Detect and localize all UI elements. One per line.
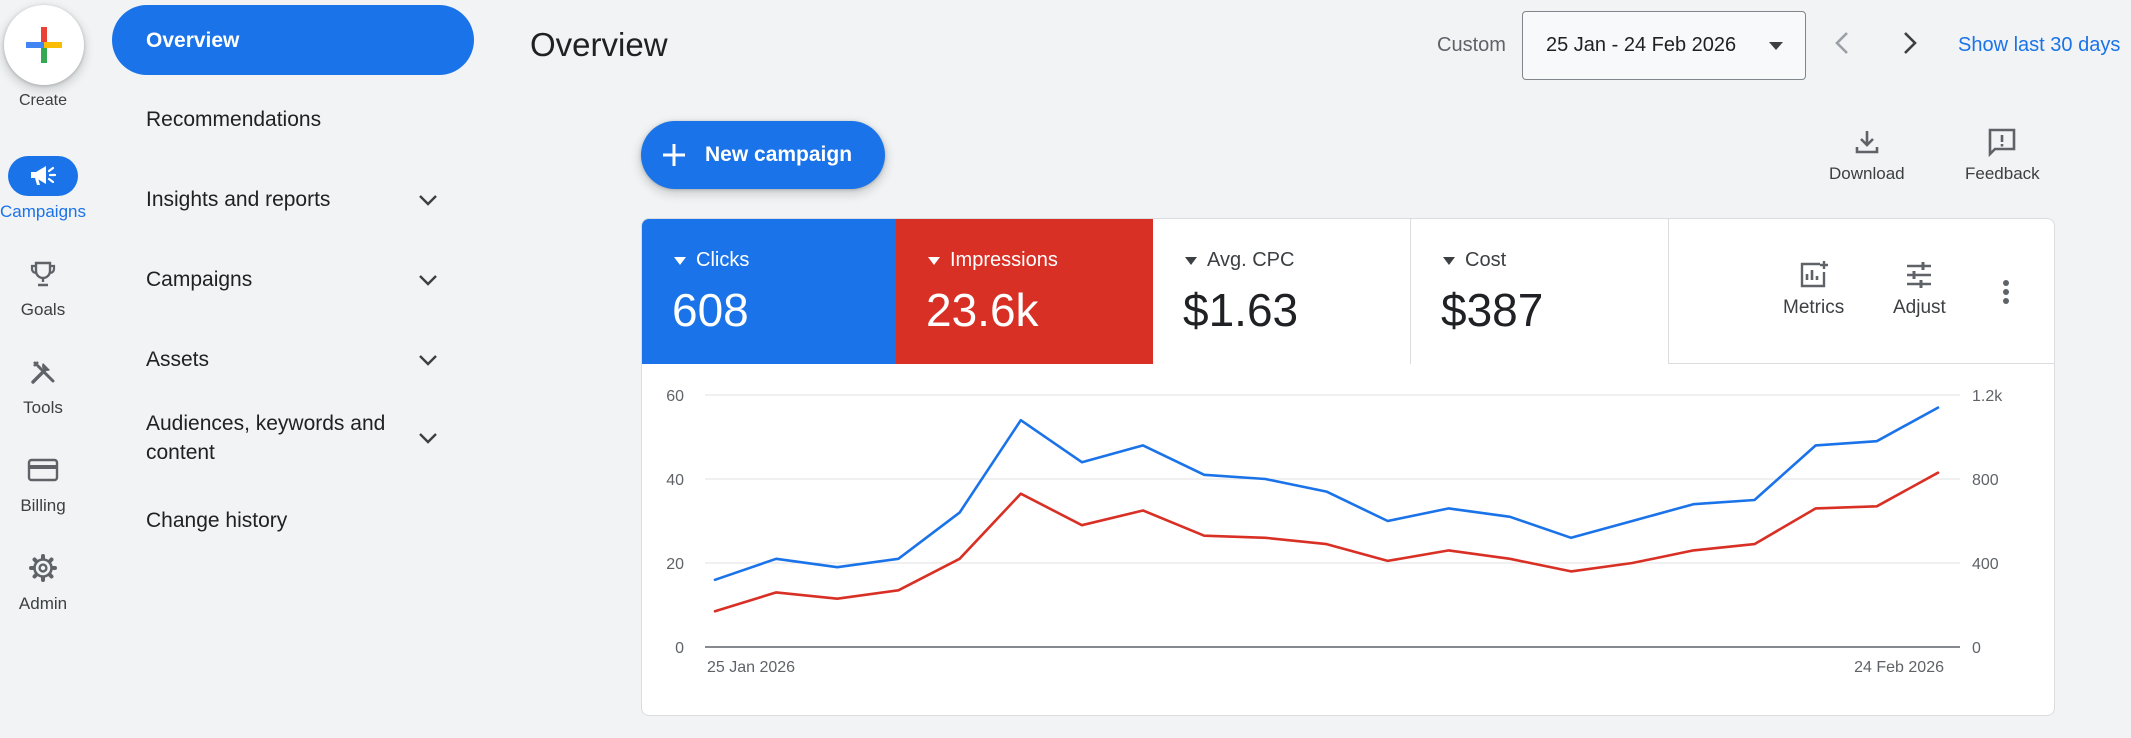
series-line-clicks [713, 406, 1940, 582]
add-chart-icon [1783, 259, 1844, 291]
nav-label: Audiences, keywords and content [146, 412, 386, 464]
credit-card-icon [27, 458, 59, 482]
metric-tile-avg-cpc[interactable]: Avg. CPC $1.63 [1153, 219, 1411, 364]
nav-item-audiences-keywords-content[interactable]: Audiences, keywords and content [112, 409, 474, 467]
metric-label: Impressions [950, 249, 1058, 271]
performance-card: Clicks 608 Impressions 23.6k Avg. CPC $1… [641, 218, 2055, 716]
metrics-button[interactable]: Metrics [1783, 259, 1844, 319]
y-left-tick-label: 0 [675, 640, 684, 657]
tune-icon [1893, 259, 1946, 291]
date-range-select[interactable]: 25 Jan - 24 Feb 2026 [1522, 11, 1806, 80]
x-tick-label: 24 Feb 2026 [1854, 659, 1944, 676]
rail-item-tools[interactable]: Tools [0, 352, 86, 418]
download-label: Download [1829, 164, 1905, 183]
next-period-button[interactable] [1895, 28, 1925, 58]
rail-label-goals: Goals [20, 300, 66, 319]
rail-item-campaigns[interactable]: Campaigns [0, 156, 86, 222]
megaphone-icon [31, 166, 57, 185]
metric-label: Cost [1465, 249, 1507, 271]
create-label: Create [18, 92, 68, 109]
more-options-button[interactable] [2002, 279, 2010, 310]
metric-tile-impressions[interactable]: Impressions 23.6k [896, 219, 1153, 364]
metric-tile-cost[interactable]: Cost $387 [1411, 219, 1669, 364]
y-right-tick-label: 0 [1972, 640, 1981, 657]
nav-label: Insights and reports [146, 188, 331, 211]
left-rail: Create Campaigns Goals Tools Billing Adm… [0, 0, 86, 738]
feedback-icon [1965, 125, 2040, 159]
caret-down-icon [674, 256, 686, 265]
series-line-impressions [713, 471, 1940, 613]
metric-tiles: Clicks 608 Impressions 23.6k Avg. CPC $1… [642, 219, 2054, 364]
metric-value: $1.63 [1183, 284, 1299, 336]
adjust-button[interactable]: Adjust [1893, 259, 1946, 319]
rail-item-billing[interactable]: Billing [0, 450, 86, 516]
y-left-tick-label: 40 [666, 472, 684, 489]
date-range-value: 25 Jan - 24 Feb 2026 [1546, 34, 1737, 56]
nav-item-change-history[interactable]: Change history [112, 506, 474, 535]
nav-label: Campaigns [146, 268, 253, 291]
chevron-left-icon [1835, 32, 1848, 54]
download-button[interactable]: Download [1829, 125, 1905, 184]
previous-period-button[interactable] [1827, 28, 1857, 58]
download-icon [1829, 125, 1905, 159]
nav-label: Overview [146, 28, 240, 52]
rail-label-campaigns: Campaigns [0, 202, 86, 221]
y-right-tick-label: 1.2k [1972, 388, 2003, 405]
feedback-button[interactable]: Feedback [1965, 125, 2040, 184]
caret-down-icon [1769, 42, 1783, 50]
y-left-tick-label: 20 [666, 556, 684, 573]
more-vert-icon [2003, 280, 2009, 304]
metrics-label: Metrics [1783, 297, 1845, 318]
chevron-down-icon [416, 348, 440, 372]
create-button[interactable] [4, 5, 84, 85]
tools-icon [31, 361, 55, 384]
page-title: Overview [530, 26, 668, 63]
metric-value: 23.6k [926, 284, 1039, 336]
nav-label: Recommendations [146, 108, 322, 131]
nav-item-insights-and-reports[interactable]: Insights and reports [112, 185, 474, 214]
feedback-label: Feedback [1965, 164, 2040, 183]
new-campaign-button[interactable]: New campaign [641, 121, 885, 189]
adjust-label: Adjust [1893, 297, 1946, 318]
metric-label: Avg. CPC [1207, 249, 1295, 271]
y-right-tick-label: 400 [1972, 556, 1999, 573]
caret-down-icon [1443, 256, 1455, 265]
rail-label-tools: Tools [23, 398, 63, 417]
y-right-tick-label: 800 [1972, 472, 1999, 489]
rail-label-billing: Billing [20, 496, 66, 515]
metric-value: $387 [1441, 284, 1544, 336]
show-last-30-days-link[interactable]: Show last 30 days [1958, 34, 2120, 57]
plus-colored-icon [26, 27, 62, 63]
caret-down-icon [928, 256, 940, 265]
nav-item-assets[interactable]: Assets [112, 345, 474, 374]
chevron-right-icon [1904, 32, 1917, 54]
nav-label: Change history [146, 509, 288, 532]
rail-item-goals[interactable]: Goals [0, 254, 86, 320]
metric-tile-clicks[interactable]: Clicks 608 [642, 219, 896, 364]
nav-item-recommendations[interactable]: Recommendations [112, 105, 474, 134]
rail-item-admin[interactable]: Admin [0, 548, 86, 614]
rail-label-admin: Admin [18, 594, 68, 613]
nav-item-campaigns[interactable]: Campaigns [112, 265, 474, 294]
caret-down-icon [1185, 256, 1197, 265]
metric-label: Clicks [696, 249, 750, 271]
chevron-down-icon [416, 426, 440, 450]
nav-label: Assets [146, 348, 210, 371]
chevron-down-icon [416, 188, 440, 212]
gear-icon [29, 554, 57, 582]
x-tick-label: 25 Jan 2026 [707, 659, 795, 676]
plus-icon [661, 142, 687, 168]
performance-chart: 0 0 20 400 40 800 60 1.2k 25 Jan 2026 24 Feb 2026 [666, 388, 2003, 676]
chevron-down-icon [416, 268, 440, 292]
new-campaign-label: New campaign [705, 143, 853, 166]
trophy-icon [30, 261, 56, 287]
nav-item-overview[interactable]: Overview [112, 5, 474, 75]
custom-label: Custom [1437, 34, 1506, 56]
y-left-tick-label: 60 [666, 388, 684, 405]
metric-value: 608 [672, 284, 749, 336]
